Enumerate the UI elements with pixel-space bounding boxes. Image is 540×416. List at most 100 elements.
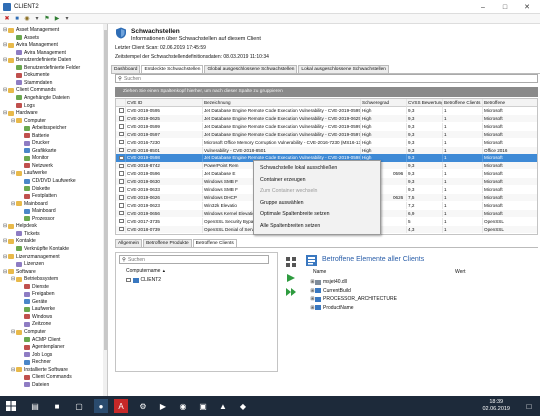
browser-icon[interactable]: ◉	[176, 399, 190, 413]
table-row[interactable]: CVE-2018-8501 Vulnerability - CVE-2018-85…	[116, 146, 537, 154]
explorer-icon[interactable]: ■	[50, 399, 64, 413]
detail-tab-2[interactable]: Betroffene Clients	[192, 239, 237, 247]
clock[interactable]: 18:39 02.06.2019	[482, 399, 510, 413]
table-row[interactable]: CVE-2019-0599 Jet Database Engine Remote …	[116, 122, 537, 130]
collapse-icon[interactable]: ⊟	[3, 253, 7, 261]
collapse-icon[interactable]: ⊟	[3, 109, 7, 117]
row-checkbox[interactable]	[119, 187, 124, 192]
dropdown-icon[interactable]: ▾	[33, 15, 41, 23]
column-header[interactable]: Betroffene Clients	[443, 99, 483, 107]
client-list-item[interactable]: CLIENT2	[126, 277, 161, 283]
collapse-icon[interactable]: ⊟	[3, 268, 7, 276]
search-box[interactable]: ⚲	[115, 74, 538, 83]
acrobat-icon[interactable]: A	[114, 399, 128, 413]
affected-element-row[interactable]: ⊞ CurrentBuild	[310, 287, 350, 295]
collapse-icon[interactable]: ⊟	[11, 328, 15, 336]
column-header[interactable]: CVE ID	[126, 99, 203, 107]
create-container-menu-item[interactable]: Container erzeugen	[254, 176, 380, 185]
table-row[interactable]: CVE-2019-0625 Jet Database Engine Remote …	[116, 114, 537, 123]
run-icon[interactable]: ▶	[53, 15, 61, 23]
affected-element-row[interactable]: ⊞ ProductName	[310, 304, 353, 312]
row-checkbox[interactable]	[119, 179, 124, 184]
row-checkbox[interactable]	[119, 210, 124, 216]
row-checkbox[interactable]	[119, 163, 124, 169]
affected-element-row[interactable]: ⊞ PROCESSOR_ARCHITECTURE	[310, 295, 397, 303]
name-column-header[interactable]: Name	[313, 269, 326, 275]
minimize-icon[interactable]: –	[472, 0, 494, 14]
collapse-icon[interactable]: ⊟	[11, 200, 15, 208]
client-search-box[interactable]: ⚲	[119, 255, 269, 264]
column-header[interactable]: Bezeichnung	[203, 99, 361, 107]
row-checkbox[interactable]	[119, 203, 124, 208]
arrow-right-all-icon[interactable]	[285, 286, 297, 297]
row-checkbox[interactable]	[119, 218, 124, 224]
computername-column-header[interactable]: Computername ▲	[126, 268, 166, 274]
grid-view-icon[interactable]	[285, 256, 297, 267]
tree-scrollbar-thumb[interactable]	[103, 30, 107, 350]
detail-tab-1[interactable]: Betroffene Produkte	[143, 239, 192, 247]
row-checkbox[interactable]	[119, 226, 124, 232]
maximize-icon[interactable]: □	[494, 0, 516, 14]
start-icon[interactable]	[4, 399, 18, 413]
all-column-widths-menu-item[interactable]: Alle Spaltenbreiten setzen	[254, 222, 380, 231]
optimal-column-width-menu-item[interactable]: Optimale Spaltenbreite setzen	[254, 210, 380, 219]
row-checkbox[interactable]	[119, 116, 124, 121]
row-checkbox[interactable]	[119, 171, 124, 176]
pin-icon[interactable]: ◆	[236, 399, 250, 413]
exclude-locally-menu-item[interactable]: Schwachstelle lokal ausschließen	[254, 164, 380, 173]
client-search-input[interactable]	[128, 256, 248, 263]
shield-taskbar-icon[interactable]: ▲	[216, 399, 230, 413]
row-checkbox[interactable]	[119, 139, 124, 145]
row-checkbox[interactable]	[119, 147, 124, 153]
table-row[interactable]: CVE-2016-7230 Microsoft Office Memory Cor…	[116, 138, 537, 146]
tree-scrollbar[interactable]	[103, 24, 107, 396]
flag-icon[interactable]: ⚑	[43, 15, 51, 23]
notification-icon[interactable]: □	[522, 399, 536, 413]
collapse-icon[interactable]: ⊟	[11, 169, 15, 177]
tree-item[interactable]: Dateien	[19, 381, 49, 389]
settings-icon[interactable]: ⚙	[136, 399, 150, 413]
tab-1[interactable]: Entdeckte Schwachstellen	[141, 65, 204, 73]
collapse-icon[interactable]: ⊟	[3, 56, 7, 64]
group-by-area[interactable]: Ziehen Sie einen Spaltenkopf hierher, um…	[115, 87, 538, 97]
collapse-icon[interactable]: ⊟	[3, 222, 7, 230]
client-checkbox[interactable]	[126, 277, 131, 283]
tab-3[interactable]: Lokal ausgeschlossene Schwachstellen	[298, 65, 389, 73]
column-header[interactable]: CVSS Bewertung	[407, 99, 443, 107]
table-row[interactable]: CVE-2019-0597 Jet Database Engine Remote …	[116, 130, 537, 138]
table-row[interactable]: CVE-2019-0595 Jet Database Engine Remote …	[116, 107, 537, 115]
column-header[interactable]	[116, 99, 126, 107]
app-taskbar-icon[interactable]: ●	[94, 399, 108, 413]
media-icon[interactable]: ▶	[156, 399, 170, 413]
detail-tab-0[interactable]: Allgemein	[115, 239, 143, 247]
collapse-icon[interactable]: ⊟	[3, 237, 7, 245]
lock-icon[interactable]: ◉	[23, 15, 31, 23]
tab-0[interactable]: Dashboard	[111, 65, 141, 73]
close-icon[interactable]: ✕	[516, 0, 538, 14]
tab-2[interactable]: Global ausgeschlossene Schwachstellen	[204, 65, 298, 73]
collapse-icon[interactable]: ⊟	[3, 26, 7, 34]
collapse-icon[interactable]: ⊟	[11, 275, 15, 283]
row-checkbox[interactable]	[119, 124, 124, 129]
value-column-header[interactable]: Wert	[455, 269, 465, 275]
row-checkbox[interactable]	[119, 155, 124, 161]
save-icon[interactable]: ■	[13, 15, 21, 23]
search-input[interactable]	[124, 75, 324, 82]
collapse-icon[interactable]: ⊟	[3, 86, 7, 94]
task-view-icon[interactable]: ▤	[28, 399, 42, 413]
arrow-right-icon[interactable]	[285, 272, 297, 283]
affected-element-row[interactable]: ⊞ msjet40.dll	[310, 278, 347, 286]
row-checkbox[interactable]	[119, 131, 124, 137]
collapse-icon[interactable]: ⊟	[3, 41, 7, 49]
collapse-icon[interactable]: ⊟	[11, 366, 15, 374]
column-header[interactable]: Schweregrad	[361, 99, 407, 107]
cancel-icon[interactable]: ✖	[3, 15, 11, 23]
more-icon[interactable]: ▾	[63, 15, 71, 23]
file-manager-icon[interactable]: ▢	[72, 399, 86, 413]
select-group-menu-item[interactable]: Gruppe auswählen	[254, 199, 380, 208]
collapse-icon[interactable]: ⊟	[11, 117, 15, 125]
row-checkbox[interactable]	[119, 195, 124, 200]
column-header[interactable]: Betroffene	[483, 99, 537, 107]
row-checkbox[interactable]	[119, 108, 124, 113]
window-icon[interactable]: ▣	[196, 399, 210, 413]
